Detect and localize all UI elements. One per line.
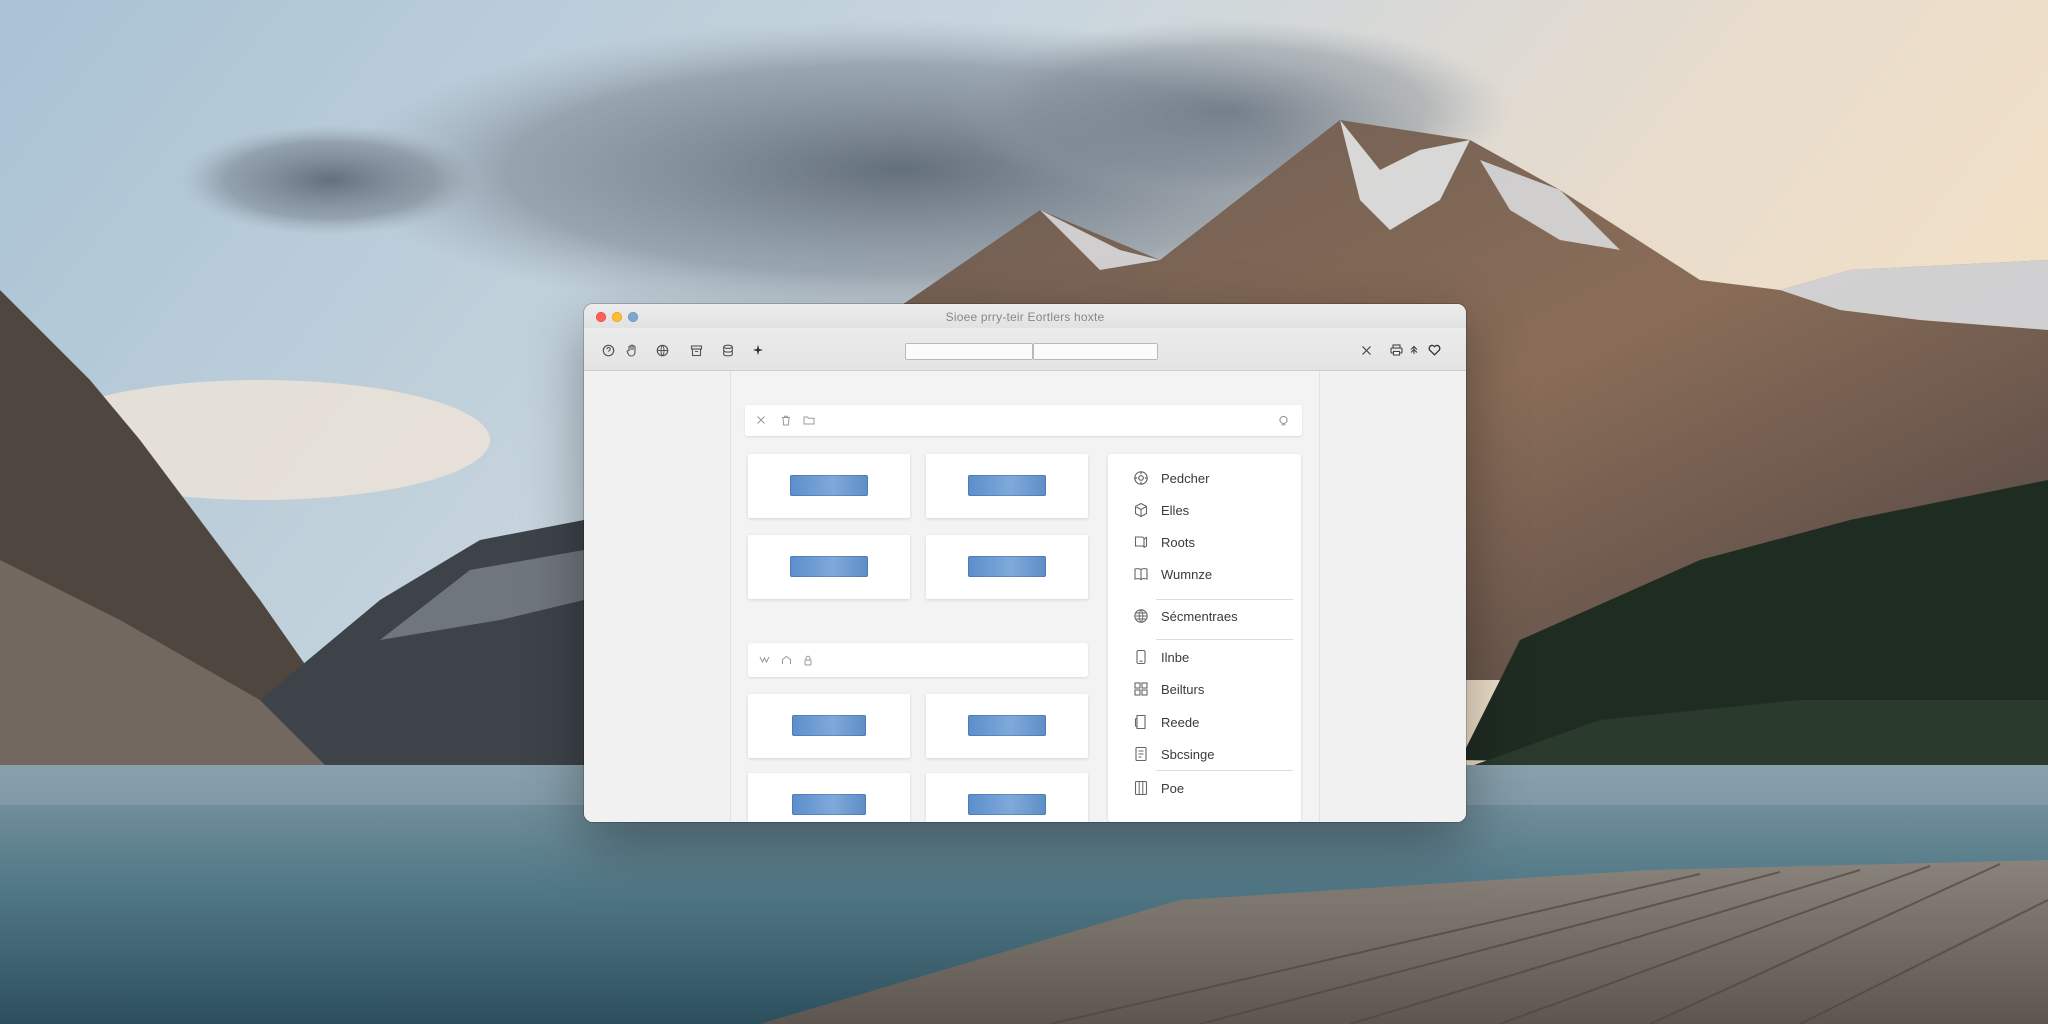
menu-item-8[interactable]: Sbcsinge <box>1132 744 1214 764</box>
menu-separator <box>1156 639 1293 640</box>
item-card[interactable] <box>926 773 1088 822</box>
path-field[interactable] <box>905 343 1033 360</box>
printer-icon[interactable] <box>1388 342 1404 358</box>
menu-item-9[interactable]: Poe <box>1132 778 1184 798</box>
card-button[interactable] <box>792 794 866 815</box>
tablet-icon <box>1132 714 1149 731</box>
filter-bar[interactable] <box>745 405 1302 436</box>
item-card[interactable] <box>926 535 1088 599</box>
menu-item-2[interactable]: Roots <box>1132 532 1195 552</box>
home-icon[interactable] <box>780 654 792 666</box>
menu-item-1[interactable]: Elles <box>1132 500 1189 520</box>
card-button[interactable] <box>792 715 866 736</box>
grid-icon <box>1132 681 1149 698</box>
menu-label: Sbcsinge <box>1161 746 1215 762</box>
menu-item-7[interactable]: Reede <box>1132 712 1199 732</box>
title-bar: Sioee prry-teir Eortlers hoxte <box>584 304 1466 328</box>
document-icon <box>1132 746 1149 763</box>
card-button[interactable] <box>790 556 868 577</box>
search-icon[interactable] <box>1277 414 1289 426</box>
left-sidebar <box>584 371 731 822</box>
toolbar <box>584 328 1466 371</box>
menu-label: Beilturs <box>1161 681 1205 697</box>
phone-icon <box>1132 649 1149 666</box>
menu-item-4[interactable]: Sécmentraes <box>1132 606 1238 626</box>
trash-icon[interactable] <box>780 414 792 426</box>
menu-item-3[interactable]: Wumnze <box>1132 564 1212 584</box>
menu-separator <box>1156 599 1293 600</box>
heart-icon[interactable] <box>1426 342 1442 358</box>
side-menu: Pedcher Elles Roots Wumnze Sécmentraes I… <box>1108 454 1301 822</box>
book-open-icon <box>1132 566 1149 583</box>
link-icon[interactable] <box>758 654 770 666</box>
menu-separator <box>1156 770 1293 771</box>
menu-label: Pedcher <box>1161 470 1210 486</box>
window-title: Sioee prry-teir Eortlers hoxte <box>945 310 1105 324</box>
card-button[interactable] <box>790 475 868 496</box>
menu-item-6[interactable]: Beilturs <box>1132 679 1204 699</box>
menu-label: Roots <box>1161 534 1195 550</box>
menu-label: Wumnze <box>1161 566 1213 582</box>
share-icon[interactable] <box>1406 342 1422 358</box>
menu-label: Ilnbe <box>1161 649 1190 665</box>
card-button[interactable] <box>968 794 1046 815</box>
item-card[interactable] <box>748 535 910 599</box>
section-toolbar[interactable] <box>748 643 1088 677</box>
database-icon[interactable] <box>720 342 736 358</box>
gear-icon <box>1132 470 1149 487</box>
help-icon[interactable] <box>600 342 616 358</box>
item-card[interactable] <box>926 454 1088 518</box>
menu-label: Sécmentraes <box>1161 608 1238 624</box>
sparkle-icon[interactable] <box>750 342 766 358</box>
card-button[interactable] <box>968 556 1046 577</box>
cube-icon <box>1132 502 1149 519</box>
menu-label: Poe <box>1161 780 1185 796</box>
card-button[interactable] <box>968 475 1046 496</box>
menu-label: Reede <box>1161 714 1200 730</box>
search-field[interactable] <box>1033 343 1158 360</box>
hand-icon[interactable] <box>624 342 640 358</box>
globe-icon <box>1132 608 1149 625</box>
close-icon[interactable] <box>1358 342 1374 358</box>
app-window: Sioee prry-teir Eortlers hoxte Pedcher E… <box>584 304 1466 822</box>
lock-icon[interactable] <box>802 654 814 666</box>
item-card[interactable] <box>748 694 910 758</box>
archive-icon[interactable] <box>688 342 704 358</box>
card-button[interactable] <box>968 715 1046 736</box>
columns-icon <box>1132 780 1149 797</box>
menu-label: Elles <box>1161 502 1190 518</box>
item-card[interactable] <box>748 773 910 822</box>
right-sidebar <box>1319 371 1466 822</box>
item-card[interactable] <box>748 454 910 518</box>
item-card[interactable] <box>926 694 1088 758</box>
book-icon <box>1132 534 1149 551</box>
menu-item-0[interactable]: Pedcher <box>1132 468 1209 488</box>
content-area: Pedcher Elles Roots Wumnze Sécmentraes I… <box>584 371 1466 822</box>
close-icon[interactable] <box>755 414 767 426</box>
folder-icon[interactable] <box>803 414 815 426</box>
globe-icon[interactable] <box>654 342 670 358</box>
menu-item-5[interactable]: Ilnbe <box>1132 647 1189 667</box>
